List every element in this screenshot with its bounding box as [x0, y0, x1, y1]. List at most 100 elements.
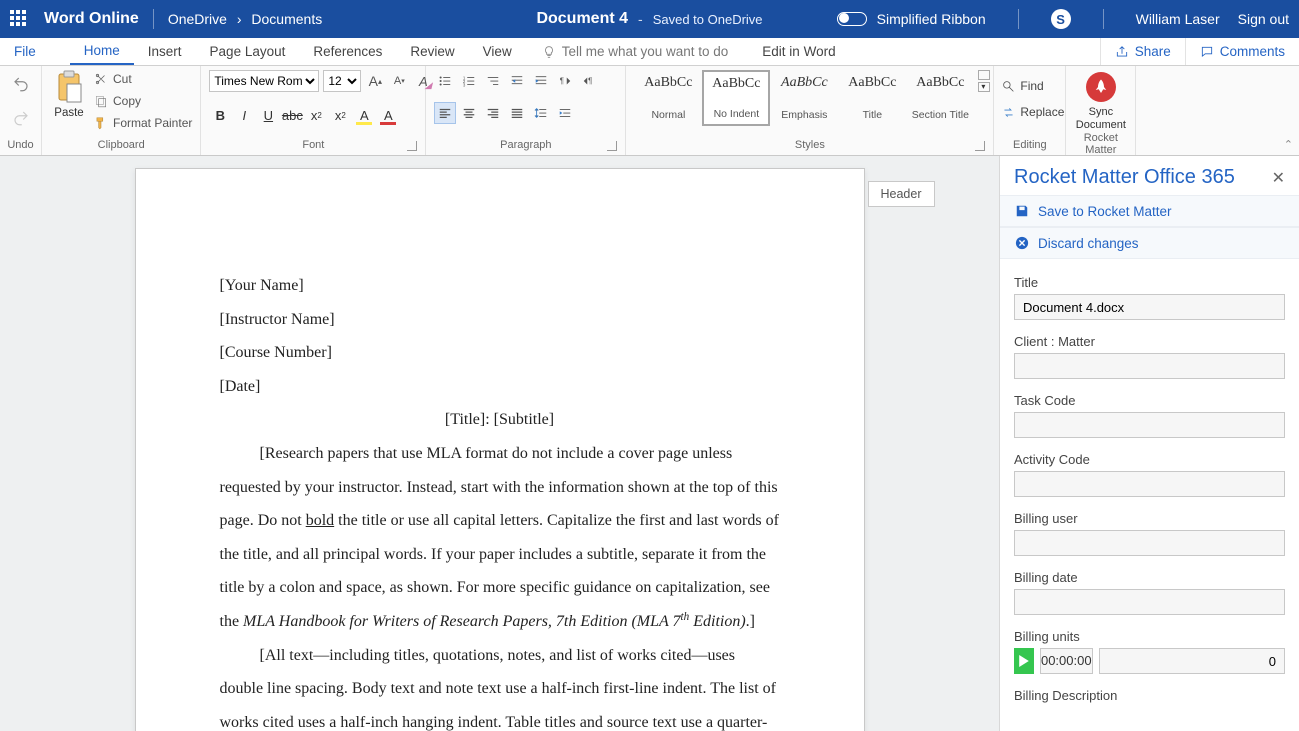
- rtl-button[interactable]: ¶: [578, 70, 600, 92]
- share-button[interactable]: Share: [1100, 38, 1185, 65]
- underline-button[interactable]: U: [257, 104, 279, 126]
- text-line[interactable]: [Instructor Name]: [220, 303, 780, 337]
- copy-button[interactable]: Copy: [94, 92, 192, 110]
- text-line[interactable]: [Your Name]: [220, 269, 780, 303]
- edit-in-word-link[interactable]: Edit in Word: [748, 38, 849, 65]
- page[interactable]: [Your Name] [Instructor Name] [Course Nu…: [135, 168, 865, 731]
- group-label-undo: Undo: [7, 139, 33, 153]
- superscript-button[interactable]: x2: [329, 104, 351, 126]
- bold-button[interactable]: B: [209, 104, 231, 126]
- dialog-launcher-icon[interactable]: [407, 141, 417, 151]
- strikethrough-button[interactable]: abc: [281, 104, 303, 126]
- text-title[interactable]: [Title]: [Subtitle]: [220, 403, 780, 437]
- tab-review[interactable]: Review: [396, 38, 468, 65]
- breadcrumb-location[interactable]: OneDrive: [168, 11, 227, 27]
- dialog-launcher-icon[interactable]: [975, 141, 985, 151]
- app-launcher-icon[interactable]: [10, 10, 28, 28]
- page-content[interactable]: [Your Name] [Instructor Name] [Course Nu…: [136, 169, 864, 731]
- client-matter-input[interactable]: [1014, 353, 1285, 379]
- font-color-button[interactable]: A: [377, 104, 399, 126]
- font-size-select[interactable]: 12: [323, 70, 361, 92]
- title-center: Document 4 - Saved to OneDrive: [536, 10, 762, 28]
- numbering-button[interactable]: 123: [458, 70, 480, 92]
- share-icon: [1115, 45, 1129, 59]
- discard-changes-button[interactable]: Discard changes: [1000, 227, 1299, 259]
- dash: -: [638, 11, 643, 27]
- align-right-button[interactable]: [482, 102, 504, 124]
- bullets-button[interactable]: [434, 70, 456, 92]
- shrink-font-button[interactable]: A▾: [389, 71, 409, 91]
- sign-out-link[interactable]: Sign out: [1238, 11, 1289, 27]
- grow-font-button[interactable]: A▴: [365, 71, 385, 91]
- group-paragraph: 123 ¶ ¶ Paragraph: [426, 66, 626, 155]
- dialog-launcher-icon[interactable]: [607, 141, 617, 151]
- undo-button[interactable]: [10, 73, 32, 95]
- italic-button[interactable]: I: [233, 104, 255, 126]
- special-indent-button[interactable]: [554, 102, 576, 124]
- increase-indent-button[interactable]: [530, 70, 552, 92]
- comments-button[interactable]: Comments: [1185, 38, 1299, 65]
- close-icon[interactable]: ✕: [1272, 168, 1285, 188]
- line-spacing-button[interactable]: [530, 102, 552, 124]
- document-title[interactable]: Document 4: [536, 10, 628, 28]
- align-left-button[interactable]: [434, 102, 456, 124]
- style-no-indent[interactable]: AaBbCcNo Indent: [702, 70, 770, 126]
- redo-button[interactable]: [10, 107, 32, 129]
- sync-document-button[interactable]: SyncDocument: [1076, 70, 1126, 132]
- justify-button[interactable]: [506, 102, 528, 124]
- group-undo: Undo: [0, 66, 42, 155]
- collapse-ribbon-button[interactable]: ⌃: [1284, 138, 1293, 151]
- cut-button[interactable]: Cut: [94, 70, 192, 88]
- style-section-title[interactable]: AaBbCcSection Title: [906, 70, 974, 126]
- svg-text:¶: ¶: [588, 77, 592, 86]
- text-line[interactable]: [Date]: [220, 370, 780, 404]
- tab-page-layout[interactable]: Page Layout: [196, 38, 300, 65]
- skype-icon[interactable]: S: [1051, 9, 1071, 29]
- task-code-input[interactable]: [1014, 412, 1285, 438]
- multilevel-list-button[interactable]: [482, 70, 504, 92]
- billing-user-input[interactable]: [1014, 530, 1285, 556]
- billing-units-input[interactable]: [1099, 648, 1285, 674]
- subscript-button[interactable]: x2: [305, 104, 327, 126]
- save-label: Save to Rocket Matter: [1038, 204, 1172, 219]
- simplified-ribbon-toggle[interactable]: Simplified Ribbon: [837, 11, 986, 27]
- decrease-indent-button[interactable]: [506, 70, 528, 92]
- timer-play-button[interactable]: [1014, 648, 1034, 674]
- title-input[interactable]: [1014, 294, 1285, 320]
- font-name-select[interactable]: Times New Roman: [209, 70, 319, 92]
- highlight-color-button[interactable]: A: [353, 104, 375, 126]
- tell-me-search[interactable]: Tell me what you want to do: [542, 38, 729, 65]
- svg-text:¶: ¶: [560, 77, 564, 86]
- style-title[interactable]: AaBbCcTitle: [838, 70, 906, 126]
- activity-code-input[interactable]: [1014, 471, 1285, 497]
- replace-button[interactable]: Replace: [1002, 102, 1064, 122]
- header-button[interactable]: Header: [868, 181, 935, 207]
- breadcrumb-folder[interactable]: Documents: [251, 11, 322, 27]
- save-to-rocket-matter-button[interactable]: Save to Rocket Matter: [1000, 195, 1299, 227]
- billing-date-input[interactable]: [1014, 589, 1285, 615]
- styles-more-button[interactable]: ▾: [978, 70, 994, 92]
- workspace: [Your Name] [Instructor Name] [Course Nu…: [0, 156, 1299, 731]
- style-normal[interactable]: AaBbCcNormal: [634, 70, 702, 126]
- document-canvas[interactable]: [Your Name] [Instructor Name] [Course Nu…: [0, 156, 999, 731]
- tab-file[interactable]: File: [0, 38, 50, 65]
- find-button[interactable]: Find: [1002, 76, 1043, 96]
- tab-view[interactable]: View: [469, 38, 526, 65]
- paste-button[interactable]: Paste: [50, 70, 88, 119]
- text-line[interactable]: [Course Number]: [220, 336, 780, 370]
- format-painter-button[interactable]: Format Painter: [94, 114, 192, 132]
- tab-home[interactable]: Home: [70, 38, 134, 65]
- align-center-button[interactable]: [458, 102, 480, 124]
- tab-insert[interactable]: Insert: [134, 38, 196, 65]
- paragraph-2[interactable]: [All text—including titles, quotations, …: [220, 639, 780, 731]
- billing-description-label: Billing Description: [1014, 688, 1285, 703]
- breadcrumb[interactable]: OneDrive › Documents: [168, 11, 322, 27]
- rocket-matter-panel: Rocket Matter Office 365 ✕ Save to Rocke…: [999, 156, 1299, 731]
- user-name[interactable]: William Laser: [1136, 11, 1220, 27]
- style-emphasis[interactable]: AaBbCcEmphasis: [770, 70, 838, 126]
- ltr-button[interactable]: ¶: [554, 70, 576, 92]
- paragraph-1[interactable]: [Research papers that use MLA format do …: [220, 437, 780, 639]
- tab-references[interactable]: References: [299, 38, 396, 65]
- activity-code-label: Activity Code: [1014, 452, 1285, 467]
- replace-icon: [1002, 106, 1015, 119]
